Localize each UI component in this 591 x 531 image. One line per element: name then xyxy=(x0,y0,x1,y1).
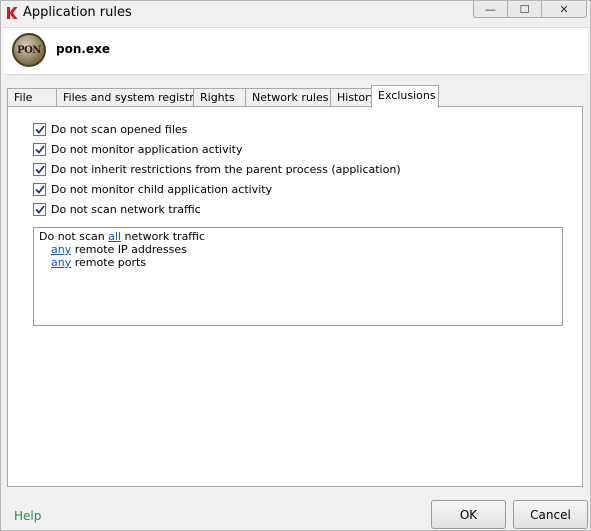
app-name: pon.exe xyxy=(56,42,110,56)
option-label: Do not monitor child application activit… xyxy=(51,182,273,196)
checkbox[interactable] xyxy=(33,122,46,136)
tab-exclusions[interactable]: Exclusions xyxy=(371,85,439,108)
checkbox[interactable] xyxy=(33,162,46,176)
traffic-scope-link[interactable]: all xyxy=(108,230,121,243)
ok-button[interactable]: OK xyxy=(431,500,506,529)
option-do-not-monitor-application-activity[interactable]: Do not monitor application activity xyxy=(33,142,242,156)
option-label: Do not inherit restrictions from the par… xyxy=(51,162,401,176)
tab-rights[interactable]: Rights xyxy=(193,88,246,106)
minimize-icon: — xyxy=(485,2,496,16)
maximize-icon: ☐ xyxy=(519,2,530,16)
tab-network-rules[interactable]: Network rules xyxy=(245,88,331,106)
minimize-button[interactable]: — xyxy=(473,1,507,18)
help-link[interactable]: Help xyxy=(14,509,41,523)
kaspersky-logo-icon xyxy=(7,7,18,19)
exclusions-pane: Do not scan opened files Do not monitor … xyxy=(7,106,583,487)
remote-ip-link[interactable]: any xyxy=(51,243,71,256)
checkbox[interactable] xyxy=(33,182,46,196)
checkmark-icon xyxy=(34,164,45,174)
caption-buttons: — ☐ ✕ xyxy=(473,1,587,19)
option-do-not-inherit-restrictions[interactable]: Do not inherit restrictions from the par… xyxy=(33,162,401,176)
rule-text: Do not scan xyxy=(39,230,109,243)
cancel-button[interactable]: Cancel xyxy=(513,500,588,529)
rule-text: network traffic xyxy=(121,230,205,243)
rule-line-ports: any remote ports xyxy=(39,256,557,269)
rule-text: remote ports xyxy=(71,256,147,269)
application-rules-window: Application rules — ☐ ✕ PON pon.exe File… xyxy=(0,0,591,531)
checkmark-icon xyxy=(34,144,45,154)
title-bar: Application rules — ☐ ✕ xyxy=(1,1,590,25)
option-do-not-scan-network-traffic[interactable]: Do not scan network traffic xyxy=(33,202,201,216)
option-label: Do not scan opened files xyxy=(51,122,188,136)
pon-logo-text: PON xyxy=(17,44,41,56)
rule-line-traffic: Do not scan all network traffic xyxy=(39,230,557,243)
network-traffic-rule-box: Do not scan all network traffic any remo… xyxy=(33,227,563,326)
checkmark-icon xyxy=(34,204,45,214)
rule-line-ip: any remote IP addresses xyxy=(39,243,557,256)
maximize-button[interactable]: ☐ xyxy=(507,1,541,18)
checkbox[interactable] xyxy=(33,142,46,156)
tab-file[interactable]: File xyxy=(7,88,57,106)
option-do-not-scan-opened-files[interactable]: Do not scan opened files xyxy=(33,122,187,136)
rule-text: remote IP addresses xyxy=(71,243,187,256)
checkmark-icon xyxy=(34,124,45,134)
close-icon: ✕ xyxy=(559,2,569,16)
option-label: Do not scan network traffic xyxy=(51,202,201,216)
app-header: PON pon.exe xyxy=(3,27,588,75)
checkmark-icon xyxy=(34,184,45,194)
remote-ports-link[interactable]: any xyxy=(51,256,71,269)
checkbox[interactable] xyxy=(33,202,46,216)
pon-app-icon: PON xyxy=(12,33,46,67)
option-label: Do not monitor application activity xyxy=(51,142,243,156)
window-title: Application rules xyxy=(23,5,132,20)
close-button[interactable]: ✕ xyxy=(541,1,587,18)
option-do-not-monitor-child-activity[interactable]: Do not monitor child application activit… xyxy=(33,182,272,196)
tab-files-and-system-registry[interactable]: Files and system registry xyxy=(56,88,200,106)
